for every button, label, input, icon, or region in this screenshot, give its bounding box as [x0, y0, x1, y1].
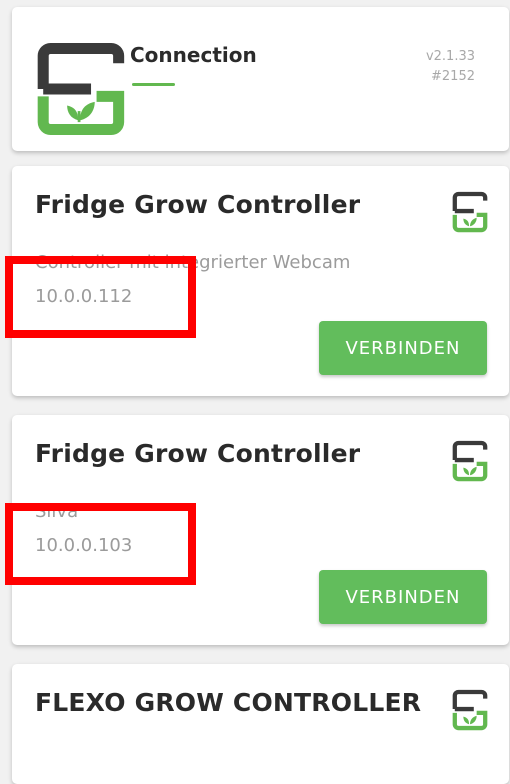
fg-logo-icon — [452, 689, 488, 731]
device-title: FLEXO GROW CONTROLLER — [35, 688, 422, 717]
version-info: v2.1.33 #2152 — [426, 47, 475, 87]
highlight-box — [5, 256, 196, 338]
fg-logo-icon — [452, 191, 488, 233]
title-underline — [132, 83, 175, 86]
device-card[interactable]: FLEXO GROW CONTROLLER — [12, 664, 509, 784]
page-title: Connection — [130, 43, 257, 67]
fg-logo-icon — [452, 440, 488, 482]
device-title: Fridge Grow Controller — [35, 190, 361, 219]
version-number: v2.1.33 — [425, 49, 475, 64]
highlight-box — [5, 503, 196, 585]
connect-button[interactable]: VERBINDEN — [319, 321, 487, 375]
app-header-card: Connection v2.1.33 #2152 — [12, 7, 509, 151]
connect-button[interactable]: VERBINDEN — [319, 570, 487, 624]
fg-logo-icon — [37, 43, 125, 135]
device-title: Fridge Grow Controller — [35, 439, 361, 468]
build-number: #2152 — [431, 69, 475, 84]
